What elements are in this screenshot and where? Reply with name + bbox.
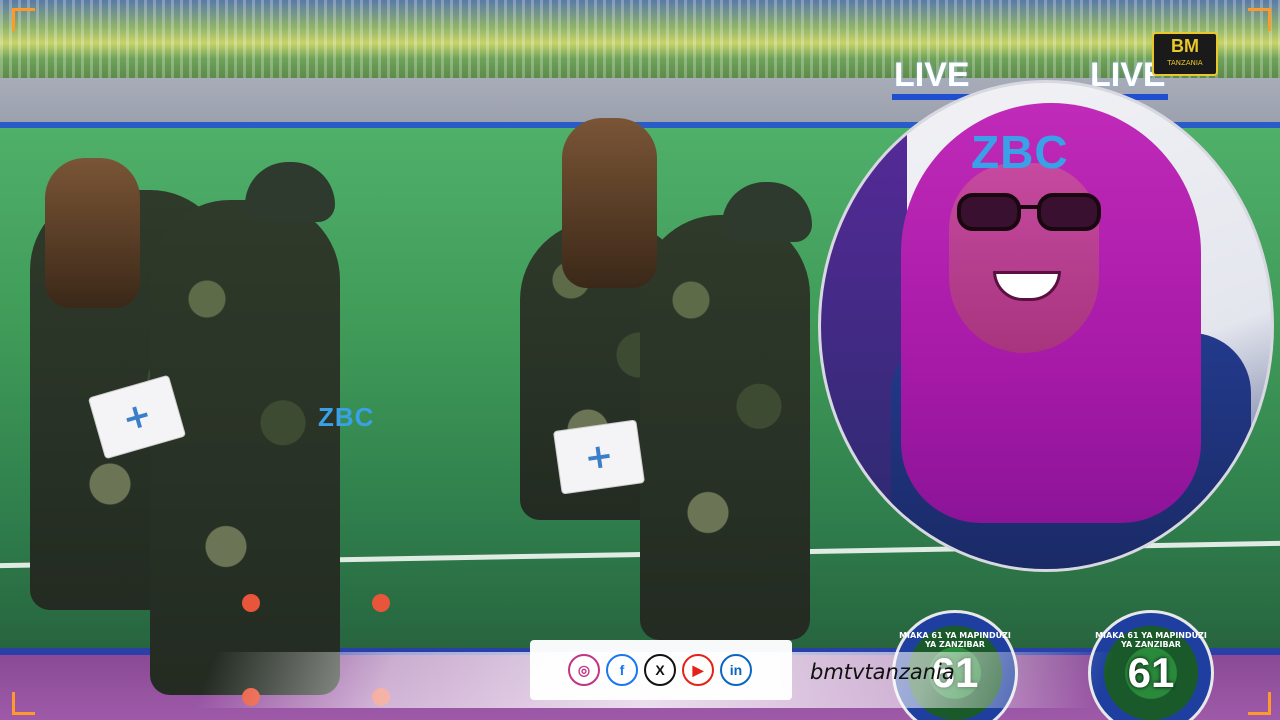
medkit-cross-icon: + bbox=[582, 435, 616, 479]
x-icon[interactable]: X bbox=[644, 654, 676, 686]
corner-bracket-top-left bbox=[12, 8, 35, 31]
glasses-icon bbox=[957, 193, 1101, 231]
channel-logo: BM TANZANIA bbox=[1152, 32, 1218, 76]
corner-bracket-bottom-left bbox=[12, 692, 35, 715]
soldier-right bbox=[640, 215, 810, 640]
corner-bracket-top-right bbox=[1248, 8, 1271, 31]
medkit-right: + bbox=[552, 419, 646, 495]
circle-inset: ZBC bbox=[818, 80, 1274, 572]
channel-logo-sub: TANZANIA bbox=[1167, 59, 1203, 67]
dog-left bbox=[45, 158, 140, 308]
channel-logo-text: BM bbox=[1171, 36, 1199, 56]
emblem-arc-text: MIAKA 61 YA MAPINDUZI YA ZANZIBAR bbox=[899, 631, 1011, 649]
soldier-left bbox=[150, 200, 340, 695]
marker-dot bbox=[372, 594, 390, 612]
social-bar: ◎ f X ▶ in bbox=[530, 640, 792, 700]
youtube-icon[interactable]: ▶ bbox=[682, 654, 714, 686]
video-frame: + ZBC + LIVE LIVE BM TANZANIA ZBC MIAKA … bbox=[0, 0, 1280, 720]
zbc-logo-small: ZBC bbox=[318, 402, 375, 432]
zbc-logo-large: ZBC bbox=[971, 126, 1069, 178]
dog-right bbox=[562, 118, 657, 288]
marker-dot bbox=[242, 594, 260, 612]
channel-handle[interactable]: bmtvtanzania bbox=[810, 660, 955, 684]
instagram-icon[interactable]: ◎ bbox=[568, 654, 600, 686]
linkedin-icon[interactable]: in bbox=[720, 654, 752, 686]
corner-bracket-bottom-right bbox=[1248, 692, 1271, 715]
emblem-arc-text: MIAKA 61 YA MAPINDUZI YA ZANZIBAR bbox=[1095, 631, 1207, 649]
facebook-icon[interactable]: f bbox=[606, 654, 638, 686]
social-icons: ◎ f X ▶ in bbox=[530, 640, 792, 686]
